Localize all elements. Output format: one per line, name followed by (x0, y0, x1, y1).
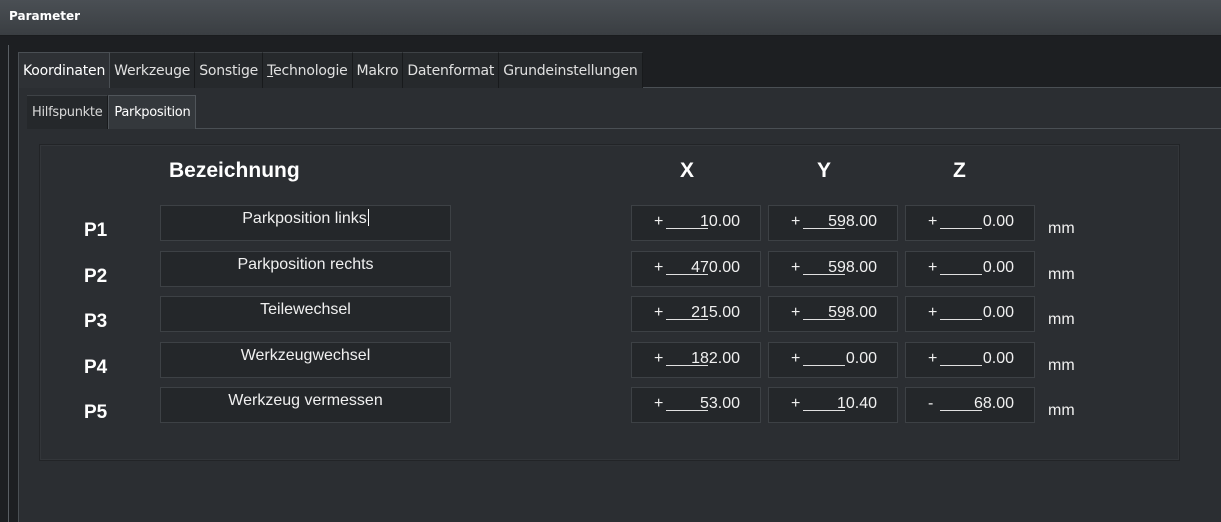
header-x: X (680, 159, 695, 182)
header-z: Z (953, 159, 966, 182)
tab-label: Werkzeuge (114, 62, 191, 79)
z-field-p2[interactable]: +0.00 (905, 251, 1035, 287)
x-field-p4[interactable]: +182.00 (631, 342, 761, 378)
x-field-p3[interactable]: +215.00 (631, 296, 761, 332)
y-field-p4[interactable]: +0.00 (768, 342, 898, 378)
tab-parkposition[interactable]: Parkposition (108, 95, 197, 129)
z-field-p4[interactable]: +0.00 (905, 342, 1035, 378)
name-field-p1[interactable]: Parkposition links (160, 205, 451, 241)
sign: - (928, 395, 934, 412)
name-value: Teilewechsel (260, 301, 351, 318)
name-field-p5[interactable]: Werkzeug vermessen (160, 387, 451, 423)
header-bezeichnung: Bezeichnung (169, 159, 300, 182)
x-field-p5[interactable]: +53.00 (631, 387, 761, 423)
y-field-p5[interactable]: +10.40 (768, 387, 898, 423)
tab-label: Technologie (267, 62, 348, 79)
tab-koordinaten[interactable]: Koordinaten (18, 52, 111, 88)
unit-label-p5: mm (1048, 402, 1075, 419)
row-label-p2: P2 (84, 266, 108, 287)
sign: + (654, 213, 664, 230)
tab-label: Grundeinstellungen (503, 62, 638, 79)
sign: + (654, 395, 664, 412)
sign: + (928, 259, 938, 276)
window-title: Parameter (9, 9, 81, 23)
tab-label: Sonstige (199, 62, 259, 79)
tab-hilfspunkte[interactable]: Hilfspunkte (27, 95, 109, 129)
name-field-p4[interactable]: Werkzeugwechsel (160, 342, 451, 378)
x-value: 215.00 (691, 304, 740, 321)
name-value: Parkposition links (242, 210, 367, 227)
x-field-p2[interactable]: +470.00 (631, 251, 761, 287)
tab-werkzeuge[interactable]: Werkzeuge (110, 52, 196, 88)
name-value: Werkzeugwechsel (240, 347, 371, 364)
sign: + (654, 350, 664, 367)
name-field-p2[interactable]: Parkposition rechts (160, 251, 451, 287)
z-field-p5[interactable]: - 68.00 (905, 387, 1035, 423)
x-value: 182.00 (691, 350, 740, 367)
header-y: Y (817, 159, 832, 182)
tab-grundeinstellungen[interactable]: Grundeinstellungen (499, 52, 643, 88)
y-value: 598.00 (828, 304, 877, 321)
sign: + (791, 304, 801, 321)
z-value: 0.00 (982, 213, 1014, 230)
main-tabbar: Koordinaten Werkzeuge Sonstige Technolog… (18, 52, 643, 88)
unit-label-p4: mm (1048, 357, 1075, 374)
unit-label-p3: mm (1048, 311, 1075, 328)
row-label-p4: P4 (84, 357, 108, 378)
name-field-p3[interactable]: Teilewechsel (160, 296, 451, 332)
sign: + (928, 213, 938, 230)
z-value: 0.00 (982, 304, 1014, 321)
y-field-p1[interactable]: +598.00 (768, 205, 898, 241)
sign: + (928, 304, 938, 321)
sign: + (791, 350, 801, 367)
text-cursor (367, 209, 369, 226)
z-value: 68.00 (973, 395, 1014, 412)
tab-technologie[interactable]: Technologie (263, 52, 353, 88)
z-value: 0.00 (982, 350, 1014, 367)
tab-label: Makro (356, 62, 399, 79)
tab-label: Datenformat (407, 62, 495, 79)
sub-tabbar: Hilfspunkte Parkposition (27, 95, 197, 129)
row-label-p3: P3 (84, 311, 108, 332)
sign: + (791, 213, 801, 230)
y-value: 598.00 (828, 213, 877, 230)
name-value: Werkzeug vermessen (228, 392, 383, 409)
sign: + (654, 304, 664, 321)
subtab-label: Parkposition (114, 105, 191, 120)
sign: + (654, 259, 664, 276)
x-field-p1[interactable]: +10.00 (631, 205, 761, 241)
tab-sonstige[interactable]: Sonstige (195, 52, 264, 88)
subtab-label: Hilfspunkte (32, 105, 103, 120)
name-value: Parkposition rechts (237, 256, 374, 273)
row-label-p5: P5 (84, 402, 108, 423)
sign: + (791, 259, 801, 276)
row-label-p1: P1 (84, 220, 108, 241)
x-value: 10.00 (699, 213, 740, 230)
y-value: 10.40 (836, 395, 877, 412)
unit-label-p1: mm (1048, 220, 1075, 237)
tab-label: Koordinaten (23, 62, 106, 79)
y-value: 598.00 (828, 259, 877, 276)
sign: + (928, 350, 938, 367)
z-field-p3[interactable]: +0.00 (905, 296, 1035, 332)
unit-label-p2: mm (1048, 266, 1075, 283)
tab-datenformat[interactable]: Datenformat (403, 52, 500, 88)
x-value: 470.00 (691, 259, 740, 276)
tab-makro[interactable]: Makro (352, 52, 404, 88)
z-value: 0.00 (982, 259, 1014, 276)
sign: + (791, 395, 801, 412)
x-value: 53.00 (699, 395, 740, 412)
y-value: 0.00 (845, 350, 877, 367)
y-field-p2[interactable]: +598.00 (768, 251, 898, 287)
z-field-p1[interactable]: +0.00 (905, 205, 1035, 241)
window-titlebar: Parameter (0, 0, 1221, 36)
y-field-p3[interactable]: +598.00 (768, 296, 898, 332)
